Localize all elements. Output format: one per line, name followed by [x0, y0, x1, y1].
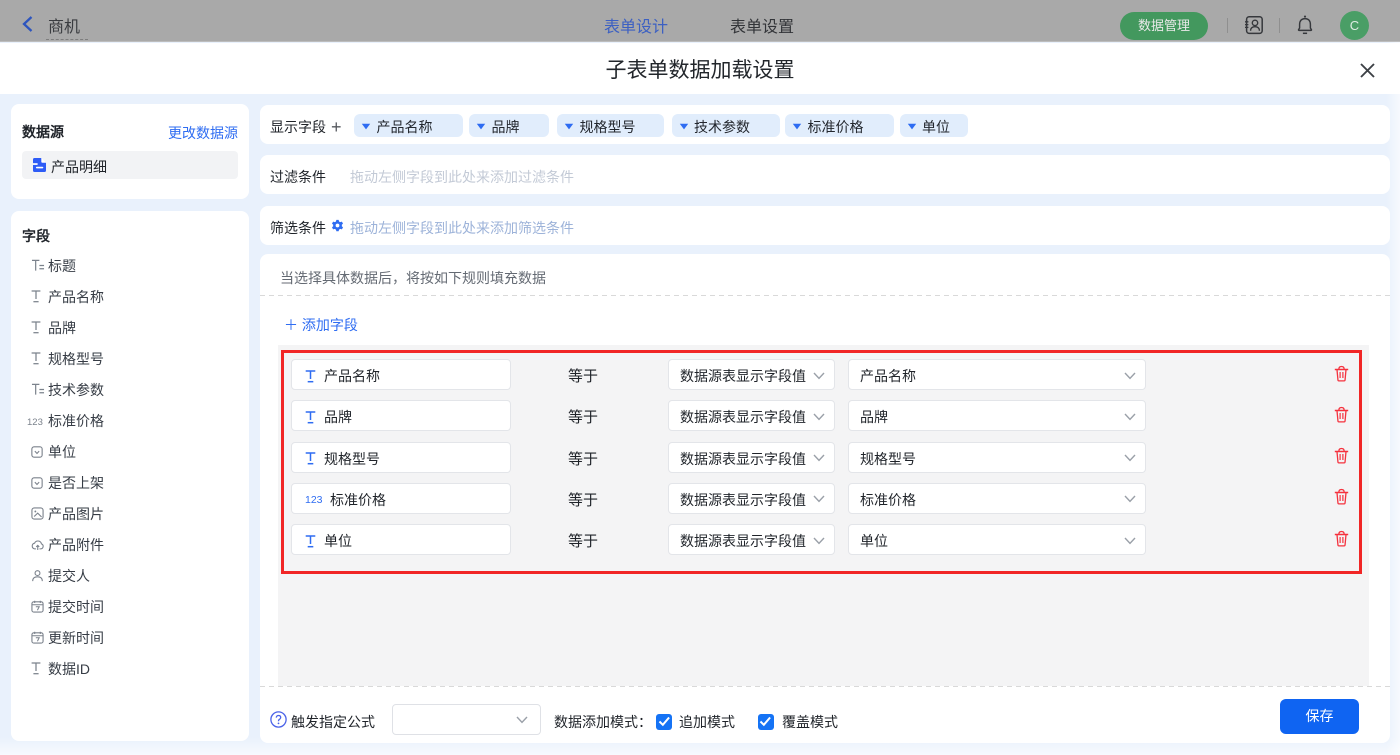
svg-text:123: 123: [305, 494, 323, 506]
svg-text:123: 123: [27, 417, 43, 427]
